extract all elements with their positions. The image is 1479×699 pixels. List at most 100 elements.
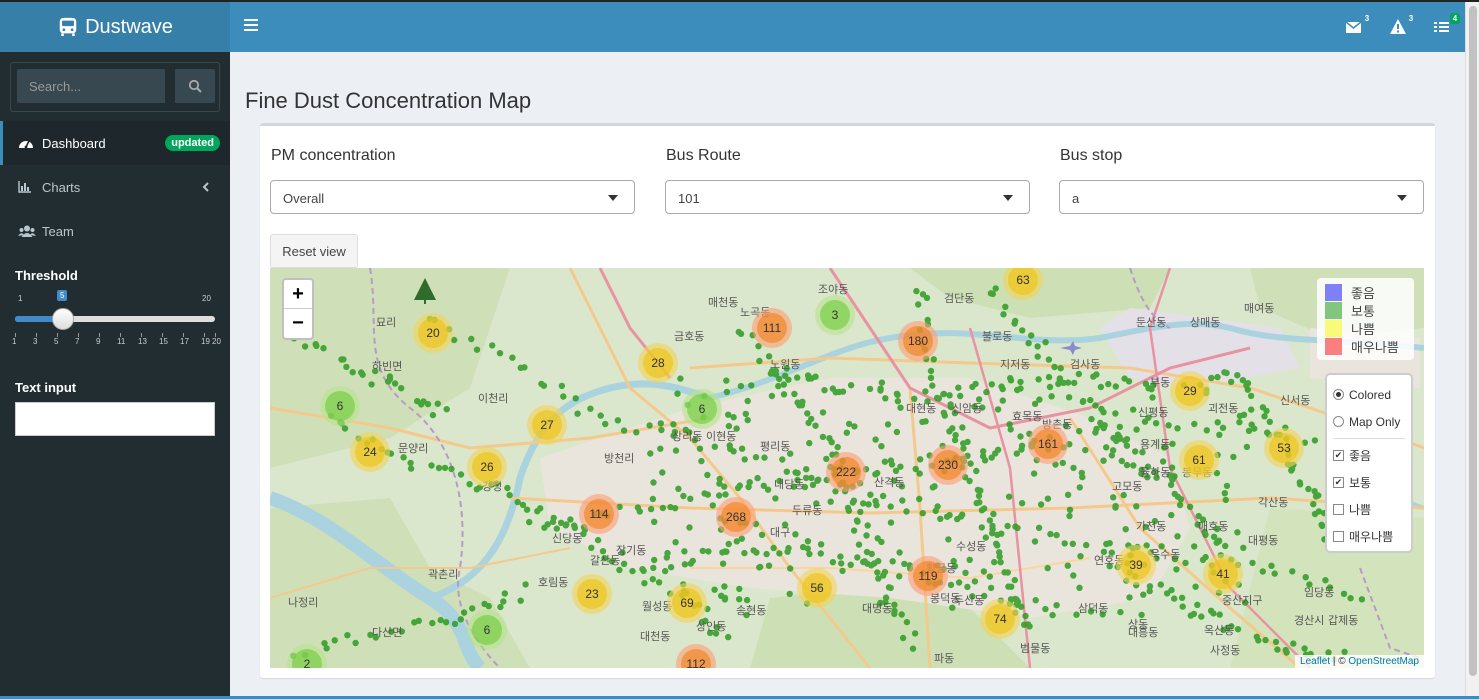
marker-cluster[interactable]: 230: [928, 445, 968, 485]
bus-stop-marker: [504, 484, 511, 492]
marker-cluster[interactable]: 74: [980, 599, 1020, 639]
bus-stop-marker: [1017, 378, 1024, 386]
slider-max-label: 20: [202, 294, 211, 303]
leaflet-link[interactable]: Leaflet: [1300, 656, 1330, 667]
bus-stop-marker: [874, 569, 881, 576]
bus-stop-marker: [572, 395, 579, 402]
checkbox[interactable]: [1333, 504, 1344, 515]
bus-stop-marker: [874, 535, 881, 542]
marker-cluster[interactable]: 111: [752, 308, 792, 348]
layer-colored[interactable]: Colored: [1333, 381, 1405, 408]
bus-stop-marker: [972, 380, 979, 388]
reset-view-button[interactable]: Reset view: [270, 234, 358, 268]
tasks-dropdown[interactable]: 4: [1433, 13, 1460, 38]
sidebar-item-charts[interactable]: Charts: [0, 165, 230, 209]
bus-stop-marker: [1113, 437, 1120, 445]
leaflet-map[interactable]: 금호동 매천동 노곡동 조야동 검단동 불로동 지저동 검사동 둔산동 상매동 매여동 이현동 평리동 대…: [270, 268, 1424, 668]
layer-map-only[interactable]: Map Only: [1333, 408, 1405, 435]
osm-link[interactable]: OpenStreetMap: [1348, 656, 1419, 667]
radio-button[interactable]: [1333, 416, 1344, 427]
page-scrollbar[interactable]: [1465, 2, 1479, 699]
checkbox[interactable]: [1333, 531, 1344, 542]
messages-dropdown[interactable]: 3: [1345, 13, 1372, 38]
bus-stop-marker: [898, 611, 905, 618]
bus-route-select[interactable]: 101: [665, 180, 1030, 214]
marker-cluster[interactable]: 3: [815, 295, 855, 335]
zoom-out-button[interactable]: −: [284, 309, 312, 338]
bus-stop-marker: [871, 560, 878, 567]
bus-stop-marker: [835, 388, 843, 396]
marker-cluster[interactable]: 28: [638, 343, 678, 383]
sidebar-item-label: Charts: [42, 179, 81, 195]
bus-stop-marker: [1259, 568, 1266, 575]
zoom-in-button[interactable]: +: [284, 280, 312, 309]
marker-cluster[interactable]: 180: [898, 321, 938, 361]
bus-stop-marker: [805, 419, 812, 427]
bus-stop-marker: [1230, 453, 1237, 461]
search-input[interactable]: [17, 69, 165, 103]
marker-cluster[interactable]: 161: [1028, 424, 1068, 464]
bus-stop-marker: [1079, 398, 1087, 405]
marker-cluster[interactable]: 20: [413, 313, 453, 353]
bus-stop-marker: [988, 381, 995, 388]
bus-stop-marker: [875, 575, 882, 582]
overlay-bad[interactable]: 나쁨: [1333, 496, 1405, 523]
bus-stop-marker: [808, 375, 815, 382]
bus-stop-marker: [828, 439, 835, 446]
text-input[interactable]: [15, 402, 215, 436]
marker-cluster[interactable]: 61: [1179, 440, 1219, 480]
slider-tick-label: 20: [212, 337, 221, 346]
radio-button[interactable]: [1333, 389, 1344, 400]
alerts-dropdown[interactable]: 3: [1389, 13, 1416, 38]
overlay-good[interactable]: ✔ 좋음: [1333, 442, 1405, 469]
marker-cluster[interactable]: 268: [716, 497, 756, 537]
marker-cluster[interactable]: 23: [572, 574, 612, 614]
bus-stop-marker: [962, 569, 969, 576]
bus-stop-marker: [997, 559, 1004, 566]
marker-cluster[interactable]: 24: [350, 432, 390, 472]
alerts-count-badge: 3: [1406, 13, 1416, 24]
bus-stop-marker: [1208, 374, 1215, 382]
sidebar-item-team[interactable]: Team: [0, 209, 230, 253]
marker-cluster[interactable]: 6: [320, 386, 360, 426]
bus-stop-marker: [594, 536, 602, 544]
checkbox[interactable]: ✔: [1333, 477, 1344, 488]
bus-stop-marker: [999, 397, 1006, 404]
marker-cluster[interactable]: 41: [1203, 554, 1243, 594]
place-label: 이천리: [478, 391, 508, 405]
marker-cluster[interactable]: 27: [527, 405, 567, 445]
logo[interactable]: Dustwave: [0, 2, 230, 52]
threshold-slider-handle[interactable]: [52, 308, 74, 330]
bus-stop-marker: [1049, 611, 1056, 619]
marker-cluster[interactable]: 56: [797, 568, 837, 608]
bus-stop-marker: [940, 409, 947, 416]
pm-concentration-select[interactable]: Overall: [270, 180, 635, 214]
marker-cluster[interactable]: 6: [467, 610, 507, 650]
sidebar-toggle-icon[interactable]: [244, 19, 258, 33]
search-button[interactable]: [175, 69, 215, 103]
marker-cluster[interactable]: 39: [1116, 545, 1156, 585]
bus-stop-marker: [1122, 526, 1129, 533]
marker-cluster[interactable]: 69: [667, 583, 707, 623]
bus-stop-marker: [742, 410, 749, 418]
marker-cluster[interactable]: 119: [908, 556, 948, 596]
marker-cluster[interactable]: 53: [1264, 428, 1304, 468]
scrollbar-thumb[interactable]: [1469, 6, 1477, 676]
marker-cluster[interactable]: 114: [579, 494, 619, 534]
overlay-normal[interactable]: ✔ 보통: [1333, 469, 1405, 496]
bus-stop-marker: [1002, 303, 1009, 310]
bus-stop-marker: [407, 459, 414, 467]
marker-cluster[interactable]: 29: [1170, 371, 1210, 411]
bus-stop-select[interactable]: a: [1059, 180, 1424, 214]
overlay-very-bad[interactable]: 매우나쁨: [1333, 523, 1405, 550]
marker-cluster[interactable]: 222: [826, 452, 866, 492]
checkbox[interactable]: ✔: [1333, 450, 1344, 461]
place-label: 대평동: [1248, 534, 1278, 547]
bus-stop-marker: [1271, 570, 1278, 577]
sidebar-item-dashboard[interactable]: Dashboard updated: [0, 121, 230, 165]
place-label: 매호동: [1198, 520, 1228, 533]
marker-cluster[interactable]: 26: [467, 447, 507, 487]
place-label: 갑제동: [1328, 614, 1358, 627]
bus-stop-marker: [988, 454, 995, 461]
marker-cluster[interactable]: 6: [682, 389, 722, 429]
